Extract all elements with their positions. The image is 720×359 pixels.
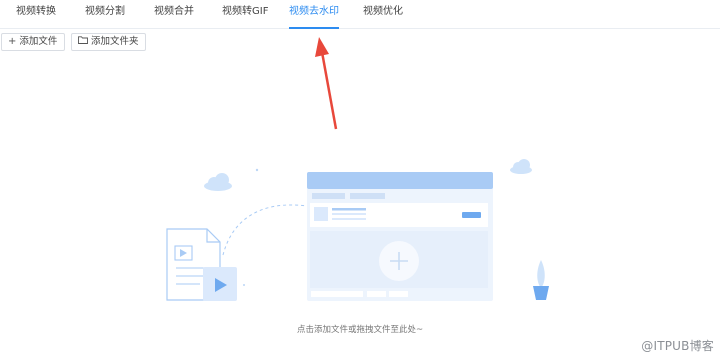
cloud-right-icon — [510, 159, 532, 174]
watermark-text: @ITPUB博客 — [641, 339, 714, 353]
drop-zone-illustration — [166, 37, 549, 301]
add-file-label: 添加文件 — [19, 36, 58, 47]
add-file-button[interactable]: + 添加文件 — [1, 33, 65, 51]
video-icon — [203, 267, 237, 301]
folder-icon — [78, 34, 88, 50]
app-window: 视频转换 视频分割 视频合并 视频转GIF 视频去水印 视频优化 + 添加文件 … — [0, 0, 720, 359]
add-folder-button[interactable]: 添加文件夹 — [71, 33, 146, 51]
connector-line — [222, 204, 308, 256]
cloud-left-icon — [204, 173, 232, 191]
add-folder-label: 添加文件夹 — [91, 36, 139, 47]
tab-bar: 视频转换 视频分割 视频合并 视频转GIF 视频去水印 视频优化 — [0, 0, 720, 29]
tab-video-optimize[interactable]: 视频优化 — [363, 0, 403, 28]
drop-zone-hint[interactable]: 点击添加文件或拖拽文件至此处~ — [0, 323, 720, 335]
tab-video-convert[interactable]: 视频转换 — [16, 0, 56, 28]
plant-icon — [533, 260, 549, 300]
tab-video-to-gif[interactable]: 视频转GIF — [222, 0, 268, 28]
tab-video-merge[interactable]: 视频合并 — [154, 0, 194, 28]
annotation-arrow — [315, 37, 338, 130]
tab-video-split[interactable]: 视频分割 — [85, 0, 125, 28]
document-icon — [166, 228, 221, 301]
window-illustration — [307, 172, 493, 301]
tab-video-remove-watermark[interactable]: 视频去水印 — [289, 0, 339, 29]
plus-icon: + — [8, 36, 17, 47]
